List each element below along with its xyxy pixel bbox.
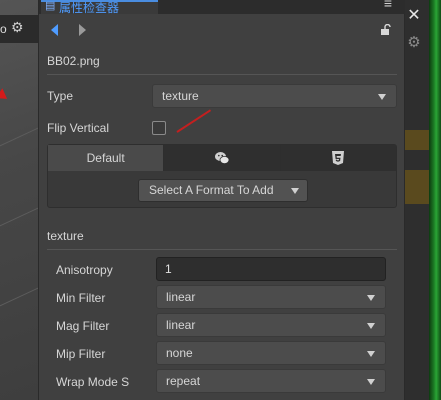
inspector-panel: ▤ 属性检查器 ≡ BB02.png Type texture Flip Ver… <box>38 0 406 400</box>
anisotropy-label: Anisotropy <box>56 263 113 277</box>
tab-wechat[interactable] <box>164 145 281 171</box>
wrap-mode-s-value: repeat <box>166 374 201 388</box>
panel-menu-icon[interactable]: ≡ <box>384 0 392 11</box>
wrap-mode-s-select[interactable]: repeat <box>156 369 386 393</box>
mag-filter-value: linear <box>166 318 196 332</box>
mag-filter-label: Mag Filter <box>56 319 110 333</box>
tab-default-label: Default <box>86 151 125 165</box>
navigation-bar <box>39 14 406 46</box>
close-icon[interactable]: ✕ <box>405 7 423 25</box>
gear-icon[interactable]: ⚙ <box>11 19 27 35</box>
mip-filter-label: Mip Filter <box>56 347 106 361</box>
chevron-down-icon <box>367 295 375 301</box>
grid-line <box>0 204 38 231</box>
select-format-label: Select A Format To Add <box>149 183 274 197</box>
asset-name: BB02.png <box>47 54 100 68</box>
gear-icon[interactable]: ⚙ <box>405 34 423 52</box>
flip-vertical-label: Flip Vertical <box>47 121 110 135</box>
platform-settings-box: Default Select A Format To Add <box>47 144 397 208</box>
chevron-down-icon <box>291 188 299 194</box>
html5-icon <box>332 151 345 165</box>
min-filter-value: linear <box>166 290 196 304</box>
min-filter-label: Min Filter <box>56 291 106 305</box>
anisotropy-input[interactable]: 1 <box>156 257 386 281</box>
tab-default[interactable]: Default <box>48 145 165 171</box>
type-label: Type <box>47 89 74 103</box>
scene-view-strip[interactable]: o ⚙ <box>0 0 38 400</box>
highlight-band <box>405 130 429 150</box>
highlight-band <box>405 170 429 204</box>
chevron-down-icon <box>367 379 375 385</box>
chevron-down-icon <box>378 94 386 100</box>
wechat-icon <box>214 152 230 164</box>
section-title: texture <box>47 229 84 243</box>
scene-tab-label: o <box>0 22 7 36</box>
inspector-tab[interactable]: ▤ 属性检查器 <box>41 0 158 15</box>
flip-vertical-checkbox[interactable] <box>152 121 166 135</box>
forward-arrow-icon[interactable] <box>79 24 86 36</box>
inspector-icon: ▤ <box>45 0 56 12</box>
annotation-red-mark <box>176 109 212 133</box>
divider <box>47 249 397 250</box>
select-format-button[interactable]: Select A Format To Add <box>138 179 308 202</box>
divider <box>47 74 397 75</box>
min-filter-select[interactable]: linear <box>156 285 386 309</box>
anisotropy-value: 1 <box>165 262 172 276</box>
back-arrow-icon[interactable] <box>51 24 58 36</box>
unlock-icon[interactable] <box>380 24 392 36</box>
type-select[interactable]: texture <box>152 84 397 108</box>
platform-tabs: Default <box>48 145 396 171</box>
mip-filter-value: none <box>166 346 193 360</box>
tab-html5[interactable] <box>280 145 396 171</box>
chevron-down-icon <box>367 351 375 357</box>
mag-filter-select[interactable]: linear <box>156 313 386 337</box>
chevron-down-icon <box>367 323 375 329</box>
scene-gizmo-arrow <box>0 88 11 104</box>
grid-line <box>0 124 38 151</box>
type-select-value: texture <box>162 89 199 103</box>
wrap-mode-s-label: Wrap Mode S <box>56 375 130 389</box>
grid-line <box>0 284 38 311</box>
mip-filter-select[interactable]: none <box>156 341 386 365</box>
background-image-strip <box>429 0 441 400</box>
